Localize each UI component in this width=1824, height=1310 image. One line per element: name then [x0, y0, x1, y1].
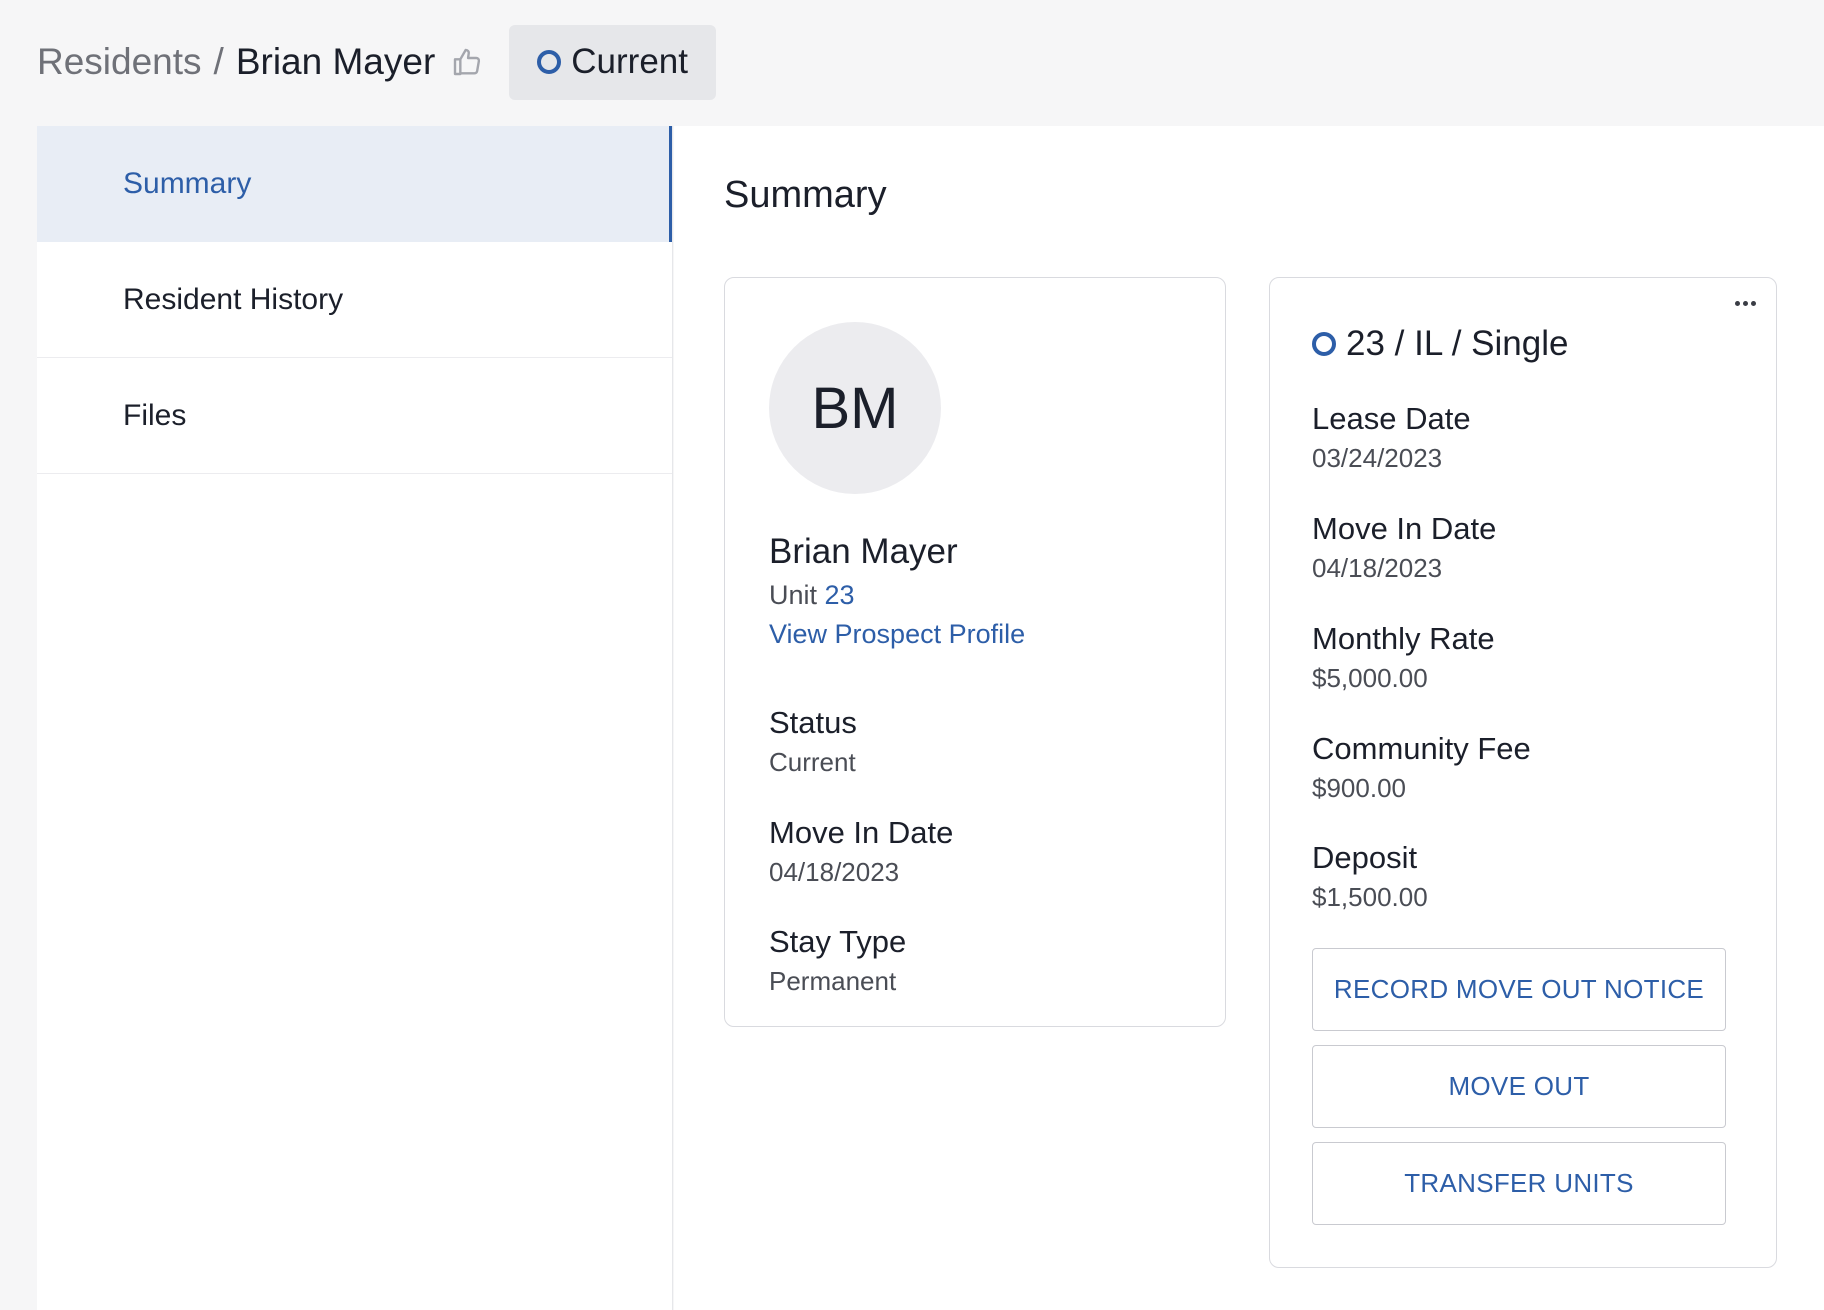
monthly-rate-value: $5,000.00	[1312, 663, 1428, 693]
unit-move-in-date-label: Move In Date	[1312, 511, 1497, 546]
lease-date-value: 03/24/2023	[1312, 443, 1443, 473]
unit-title-text: 23 / IL / Single	[1346, 324, 1569, 363]
unit-ring-icon	[1312, 332, 1336, 356]
transfer-units-button[interactable]: TRANSFER UNITS	[1312, 1142, 1726, 1225]
deposit-label: Deposit	[1312, 840, 1418, 875]
profile-card: BM Brian Mayer Unit 23 View Prospect Pro…	[724, 277, 1226, 1027]
sidebar-nav: Summary Resident History Files	[37, 126, 673, 1310]
sidebar-item-summary[interactable]: Summary	[37, 126, 672, 242]
move-out-button[interactable]: MOVE OUT	[1312, 1045, 1726, 1128]
page-header: Residents / Brian Mayer Current	[37, 24, 716, 100]
breadcrumb-current: Brian Mayer	[235, 41, 436, 82]
unit-card: 23 / IL / Single Lease Date 03/24/2023 M…	[1269, 277, 1777, 1268]
move-in-date-value: 04/18/2023	[769, 857, 900, 887]
status-ring-icon	[537, 50, 562, 74]
community-fee-label: Community Fee	[1312, 731, 1531, 766]
sidebar-item-label: Files	[123, 398, 187, 432]
breadcrumb-residents[interactable]: Residents	[37, 41, 202, 83]
community-fee-value: $900.00	[1312, 773, 1406, 803]
sidebar-item-files[interactable]: Files	[37, 358, 672, 474]
sidebar-item-resident-history[interactable]: Resident History	[37, 242, 672, 358]
move-in-date-label: Move In Date	[769, 815, 954, 850]
unit-link[interactable]: 23	[825, 580, 855, 610]
unit-prefix: Unit	[769, 580, 818, 610]
record-move-out-notice-button[interactable]: RECORD MOVE OUT NOTICE	[1312, 948, 1726, 1031]
view-prospect-profile-link[interactable]: View Prospect Profile	[769, 619, 1025, 650]
page-title: Summary	[724, 174, 887, 216]
thumbs-up-icon[interactable]	[451, 46, 483, 78]
sidebar-item-label: Resident History	[123, 282, 344, 316]
status-label: Status	[769, 705, 857, 740]
unit-title: 23 / IL / Single	[1312, 324, 1568, 364]
resident-name: Brian Mayer	[769, 532, 958, 571]
unit-move-in-date-value: 04/18/2023	[1312, 553, 1443, 583]
lease-date-label: Lease Date	[1312, 401, 1471, 436]
breadcrumb-separator: /	[213, 41, 224, 82]
stay-type-value: Permanent	[769, 966, 897, 996]
main-content: Summary BM Brian Mayer Unit 23 View Pros…	[674, 126, 1824, 1310]
more-horizontal-icon[interactable]	[1728, 292, 1762, 314]
avatar: BM	[769, 322, 941, 494]
status-pill-label: Current	[571, 42, 688, 81]
status-value: Current	[769, 747, 856, 777]
stay-type-label: Stay Type	[769, 924, 907, 959]
unit-line: Unit 23	[769, 580, 855, 611]
monthly-rate-label: Monthly Rate	[1312, 621, 1495, 656]
deposit-value: $1,500.00	[1312, 882, 1428, 912]
sidebar-item-label: Summary	[123, 167, 252, 200]
status-pill: Current	[509, 24, 716, 100]
